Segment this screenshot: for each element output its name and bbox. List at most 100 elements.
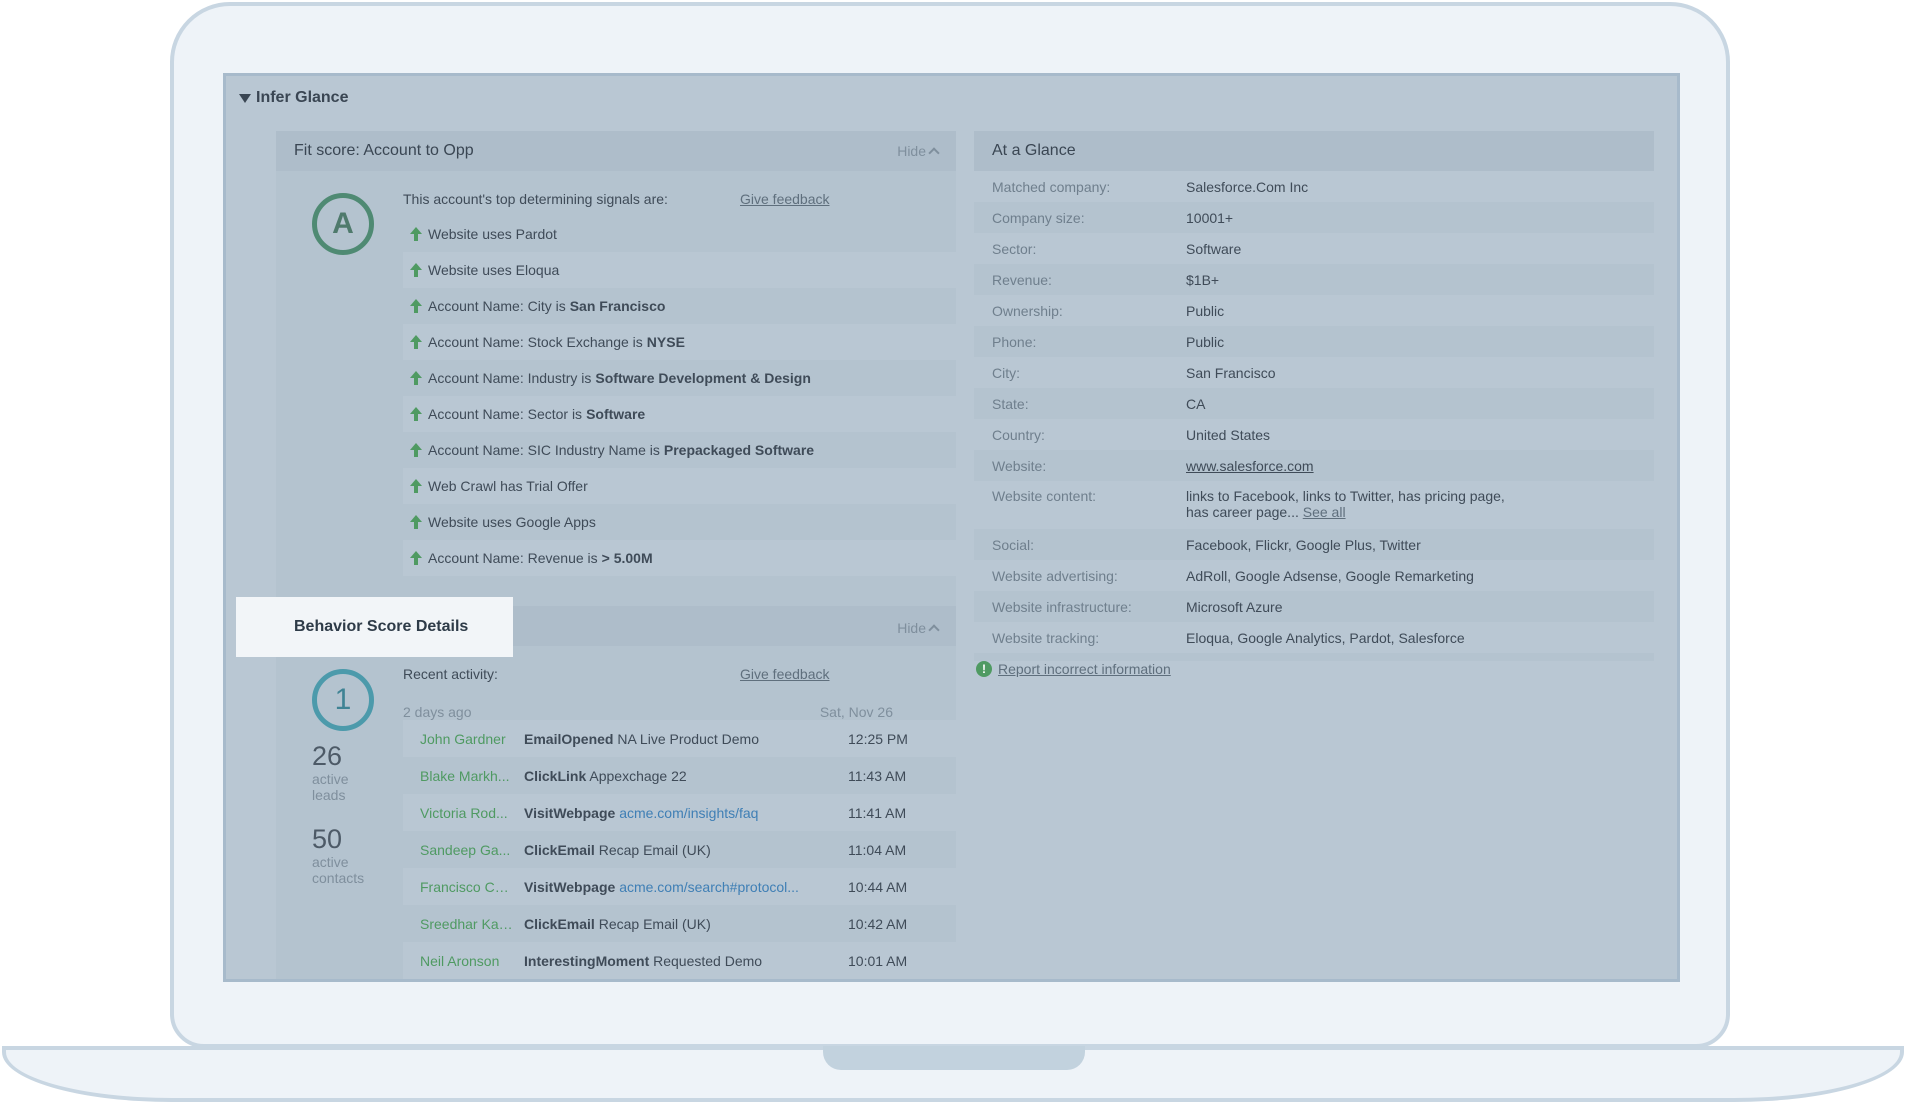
activity-type: VisitWebpage — [524, 804, 616, 821]
glance-key: Website: — [992, 457, 1047, 474]
glance-value-text: Software — [1186, 240, 1242, 257]
signal-item: Account Name: SIC Industry Name is Prepac… — [403, 432, 956, 468]
activity-row: Blake Markh... ClickLink Appexchage 22 11:… — [403, 757, 956, 794]
arrow-up-icon — [409, 371, 423, 385]
activity-person-link[interactable]: Sreedhar Kar... — [403, 916, 513, 932]
signal-text: Account Name: SIC Industry Name is — [428, 442, 660, 458]
glance-value: Public — [1186, 334, 1506, 350]
glance-value: Salesforce.Com Inc — [1186, 179, 1506, 195]
activity-url-link[interactable]: acme.com/insights/faq — [619, 805, 758, 821]
activity-detail: Requested Demo — [653, 952, 763, 969]
activity-description: VisitWebpage acme.com/search#protocol... — [524, 879, 839, 895]
signal-item: Account Name: City is San Francisco — [403, 288, 956, 324]
activity-time: 12:25 PM — [848, 730, 908, 747]
glance-key: State: — [992, 395, 1029, 412]
glance-value: Public — [1186, 303, 1506, 319]
glance-key: Social: — [992, 536, 1035, 553]
signal-text: Account Name: Stock Exchange is — [428, 334, 643, 350]
glance-value-text: United States — [1186, 426, 1271, 443]
glance-value-text: Salesforce.Com Inc — [1186, 178, 1309, 195]
website-link[interactable]: www.salesforce.com — [1186, 458, 1314, 474]
activity-description: ClickEmail Recap Email (UK) — [524, 916, 839, 932]
activity-person-link[interactable]: Blake Markh... — [403, 768, 513, 784]
activity-list: John Gardner EmailOpened NA Live Product … — [403, 720, 956, 979]
arrow-up-icon — [409, 299, 423, 313]
glance-value: San Francisco — [1186, 365, 1506, 381]
signal-item: Account Name: Sector is Software — [403, 396, 956, 432]
activity-type: ClickEmail — [524, 915, 595, 932]
glance-value-text: Eloqua, Google Analytics, Pardot, Salesf… — [1186, 629, 1465, 646]
signal-item: Website uses Eloqua — [403, 252, 956, 288]
laptop-notch — [823, 1046, 1085, 1070]
signal-text: Account Name: Revenue is — [428, 550, 598, 566]
signal-value: San Francisco — [569, 298, 666, 314]
signal-text: Website uses Eloqua — [428, 262, 560, 278]
signal-text: Web Crawl has Trial Offer — [428, 478, 588, 494]
active-leads-label: active — [312, 771, 349, 787]
glance-row: Matched company: Salesforce.Com Inc — [974, 171, 1654, 202]
activity-description: EmailOpened NA Live Product Demo — [524, 731, 839, 747]
activity-description: VisitWebpage acme.com/insights/faq — [524, 805, 839, 821]
recent-activity-label: Recent activity: — [403, 666, 498, 682]
glance-row: Country: United States — [974, 419, 1654, 450]
see-all-link[interactable]: See all — [1303, 504, 1346, 520]
activity-description: ClickEmail Recap Email (UK) — [524, 842, 839, 858]
activity-detail: NA Live Product Demo — [617, 730, 759, 747]
glance-value-text: CA — [1186, 395, 1206, 412]
glance-row: Revenue: $1B+ — [974, 264, 1654, 295]
activity-url-link[interactable]: acme.com/search#protocol... — [619, 879, 799, 895]
active-leads-label-2: leads — [312, 787, 346, 803]
activity-row: John Gardner EmailOpened NA Live Product … — [403, 720, 956, 757]
infer-glance-toggle[interactable]: Infer Glance — [239, 89, 348, 107]
arrow-up-icon — [409, 479, 423, 493]
signal-item: Account Name: Industry is Software Develo… — [403, 360, 956, 396]
glance-key: Ownership: — [992, 302, 1063, 319]
active-contacts-count: 50 — [312, 824, 343, 854]
glance-key: City: — [992, 364, 1020, 381]
fit-score-title: Fit score: Account to Opp — [294, 142, 474, 159]
glance-key: Website advertising: — [992, 567, 1118, 584]
glance-row: City: San Francisco — [974, 357, 1654, 388]
at-a-glance-title: At a Glance — [992, 142, 1076, 159]
activity-row: Francisco Ca... VisitWebpage acme.com/sea… — [403, 868, 956, 905]
glance-value-text: Public — [1186, 333, 1225, 350]
activity-person-link[interactable]: Victoria Rod... — [403, 805, 513, 821]
fit-grade-badge: A — [312, 193, 374, 255]
fit-hide-label: Hide — [897, 143, 926, 159]
glance-rows: Matched company: Salesforce.Com Inc Compan… — [974, 171, 1654, 653]
glance-value-text: Public — [1186, 302, 1225, 319]
activity-person-link[interactable]: Sandeep Ga... — [403, 842, 513, 858]
activity-type: VisitWebpage — [524, 878, 616, 895]
active-contacts-label: active — [312, 854, 349, 870]
arrow-up-icon — [409, 407, 423, 421]
behavior-give-feedback-link[interactable]: Give feedback — [740, 666, 830, 682]
activity-person-link[interactable]: John Gardner — [403, 731, 513, 747]
activity-time: 10:42 AM — [848, 915, 908, 932]
glance-value: www.salesforce.com — [1186, 458, 1506, 474]
glance-value: CA — [1186, 396, 1506, 412]
arrow-up-icon — [409, 551, 423, 565]
fit-hide-button[interactable]: Hide — [897, 143, 940, 159]
glance-key: Matched company: — [992, 178, 1111, 195]
chevron-up-icon — [928, 624, 940, 636]
behavior-hide-button[interactable]: Hide — [897, 620, 940, 636]
activity-person-link[interactable]: Francisco Ca... — [403, 879, 513, 895]
activity-description: ClickLink Appexchage 22 — [524, 768, 839, 784]
report-incorrect-label: Report incorrect information — [998, 661, 1171, 677]
arrow-up-icon — [409, 227, 423, 241]
signal-value: > 5.00M — [601, 550, 653, 566]
day-header: 2 days ago Sat, Nov 26 — [403, 704, 923, 720]
fit-score-header: Fit score: Account to Opp Hide — [276, 131, 956, 171]
collapse-triangle-icon — [239, 93, 251, 103]
glance-value-text: San Francisco — [1186, 364, 1276, 381]
activity-type: EmailOpened — [524, 730, 614, 747]
fit-give-feedback-link[interactable]: Give feedback — [740, 191, 830, 207]
laptop-screen: Infer Glance Fit score: Account to Opp H… — [223, 73, 1680, 982]
glance-row: Website content: links to Facebook, links… — [974, 481, 1654, 529]
glance-value-text: 10001+ — [1186, 209, 1234, 226]
activity-type: InterestingMoment — [524, 952, 650, 969]
activity-description: InterestingMoment Requested Demo — [524, 953, 839, 969]
activity-person-link[interactable]: Neil Aronson — [403, 953, 513, 969]
activity-detail: Recap Email (UK) — [598, 915, 711, 932]
report-incorrect-link[interactable]: ! Report incorrect information — [976, 661, 1171, 677]
